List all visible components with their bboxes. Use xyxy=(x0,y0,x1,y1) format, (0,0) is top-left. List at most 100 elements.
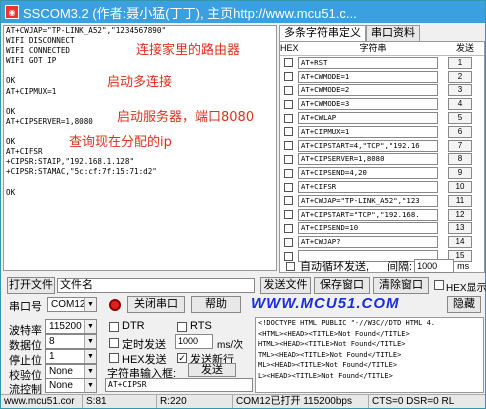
save-window-button[interactable]: 保存窗口 xyxy=(314,277,370,294)
timed-interval-input[interactable]: 1000 xyxy=(175,334,213,349)
row-hex-checkbox[interactable] xyxy=(284,182,293,192)
rts-checkbox[interactable] xyxy=(177,322,187,332)
flow-value: None xyxy=(49,380,73,391)
help-button[interactable]: 帮助 xyxy=(191,296,241,313)
command-string-field[interactable]: AT+CWJAP? xyxy=(298,236,438,249)
row-send-button[interactable]: 5 xyxy=(448,112,472,125)
app-icon: ◉ xyxy=(5,5,19,19)
filename-field[interactable]: 文件名 xyxy=(57,278,255,293)
row-hex-checkbox[interactable] xyxy=(284,223,293,233)
send-file-button[interactable]: 发送文件 xyxy=(260,277,311,294)
dtr-label: DTR xyxy=(122,320,145,332)
baud-select[interactable]: 115200 ▼ xyxy=(45,319,97,334)
command-row: AT+CIPSERVER=1,8080 8 xyxy=(280,153,484,167)
row-hex-checkbox[interactable] xyxy=(284,154,293,164)
tab-port-info[interactable]: 串口资料 xyxy=(366,25,420,41)
command-string-field[interactable]: AT+CIPSEND=4,20 xyxy=(298,167,438,180)
status-signals: CTS=0 DSR=0 RL xyxy=(372,396,455,407)
interval-input[interactable]: 1000 xyxy=(414,259,455,273)
command-string-field[interactable]: AT+CIPSTART=4,"TCP","192.16 xyxy=(298,139,438,152)
output-area[interactable]: <!DOCTYPE HTML PUBLIC "-//W3C//DTD HTML … xyxy=(255,317,484,393)
command-string-field[interactable]: AT+CIFSR xyxy=(298,181,438,194)
row-send-button[interactable]: 1 xyxy=(448,56,472,69)
row-hex-checkbox[interactable] xyxy=(284,72,293,82)
row-hex-checkbox[interactable] xyxy=(284,196,293,206)
open-file-button[interactable]: 打开文件 xyxy=(7,277,55,294)
row-send-button[interactable]: 14 xyxy=(448,236,472,249)
interval-unit: ms xyxy=(457,261,470,271)
multi-string-panel: 多条字符串定义 串口资料 HEX 字符串 发送 AT+RST 1 AT+CWMODE… xyxy=(279,25,485,273)
command-string-field[interactable]: AT+CWJAP="TP-LINK_A52","123 xyxy=(298,194,438,207)
command-string-field[interactable]: AT+CWLAP xyxy=(298,112,438,125)
file-toolbar: 打开文件 文件名 发送文件 保存窗口 清除窗口 HEX显示 xyxy=(1,277,486,295)
status-sent: S:81 xyxy=(83,395,157,408)
row-send-button[interactable]: 3 xyxy=(448,84,472,97)
row-send-button[interactable]: 4 xyxy=(448,98,472,111)
chevron-down-icon: ▼ xyxy=(84,335,96,348)
output-line: HTML><HEAD><TITLE>Not Found</TITLE> xyxy=(258,340,406,348)
grid-header: HEX 字符串 发送 xyxy=(280,42,484,56)
command-string-field[interactable]: AT+CIPMUX=1 xyxy=(298,125,438,138)
row-send-button[interactable]: 12 xyxy=(448,208,472,221)
command-string-field[interactable]: AT+CWMODE=1 xyxy=(298,70,438,83)
command-string-field[interactable]: AT+RST xyxy=(298,56,438,69)
flow-select[interactable]: None ▼ xyxy=(45,378,97,393)
output-line: L><HEAD><TITLE>Not Found</TITLE> xyxy=(258,371,393,380)
output-line: ML><HEAD><TITLE>Not Found</TITLE> xyxy=(258,361,398,369)
dtr-checkbox[interactable] xyxy=(109,322,119,332)
hex-send-checkbox[interactable] xyxy=(109,353,119,363)
row-send-button[interactable]: 7 xyxy=(448,139,472,152)
row-hex-checkbox[interactable] xyxy=(284,99,293,109)
loop-bar: 自动循环发送, 间隔: 1000 ms xyxy=(282,258,469,274)
tab-multi-string[interactable]: 多条字符串定义 xyxy=(279,25,366,41)
command-string-field[interactable]: AT+CIPSERVER=1,8080 xyxy=(298,153,438,166)
string-input[interactable]: AT+CIPSR xyxy=(105,378,253,392)
output-line: <HTML><HEAD><TITLE>Not Found</TITLE> xyxy=(258,329,410,338)
row-send-button[interactable]: 6 xyxy=(448,125,472,138)
data-bits-label: 数据位 xyxy=(9,340,42,352)
clear-window-button[interactable]: 清除窗口 xyxy=(373,277,429,294)
brand-link[interactable]: WWW.MCU51.COM xyxy=(251,295,400,312)
port-value: COM12 xyxy=(51,299,86,310)
data-bits-value: 8 xyxy=(49,336,55,347)
command-string-field[interactable]: AT+CWMODE=2 xyxy=(298,84,438,97)
row-hex-checkbox[interactable] xyxy=(284,127,293,137)
receive-line: +CIPSR:STAIP,"192.168.1.128" xyxy=(6,157,135,167)
stop-bits-select[interactable]: 1 ▼ xyxy=(45,349,97,364)
loop-checkbox[interactable] xyxy=(286,261,295,271)
row-hex-checkbox[interactable] xyxy=(284,168,293,178)
row-send-button[interactable]: 2 xyxy=(448,70,472,83)
row-send-button[interactable]: 13 xyxy=(448,222,472,235)
chevron-down-icon: ▼ xyxy=(84,379,96,392)
app-window: ◉ SSCOM3.2 (作者:聂小猛(丁丁), 主页http://www.mcu… xyxy=(0,0,486,409)
command-string-field[interactable]: AT+CIPSTART="TCP","192.168. xyxy=(298,208,438,221)
row-send-button[interactable]: 8 xyxy=(448,153,472,166)
loop-label: 自动循环发送, xyxy=(300,261,370,273)
command-row: AT+RST 1 xyxy=(280,56,484,70)
port-select[interactable]: COM12 ▼ xyxy=(47,297,97,312)
command-string-field[interactable]: AT+CIPSEND=10 xyxy=(298,222,438,235)
row-send-button[interactable]: 11 xyxy=(448,194,472,207)
command-string-field[interactable]: AT+CWMODE=3 xyxy=(298,98,438,111)
row-send-button[interactable]: 9 xyxy=(448,167,472,180)
row-hex-checkbox[interactable] xyxy=(284,85,293,95)
hide-button[interactable]: 隐藏 xyxy=(447,296,481,313)
send-button[interactable]: 发送 xyxy=(188,363,236,377)
row-hex-checkbox[interactable] xyxy=(284,113,293,123)
send-newline-checkbox[interactable]: ✓ xyxy=(177,353,187,363)
command-row: AT+CWJAP? 14 xyxy=(280,235,484,249)
row-hex-checkbox[interactable] xyxy=(284,58,293,68)
data-bits-select[interactable]: 8 ▼ xyxy=(45,334,97,349)
row-hex-checkbox[interactable] xyxy=(284,141,293,151)
port-toolbar: 串口号 COM12 ▼ 关闭串口 帮助 WWW.MCU51.COM 隐藏 xyxy=(1,295,486,315)
chevron-down-icon: ▼ xyxy=(84,365,96,378)
timed-send-checkbox[interactable] xyxy=(109,338,119,348)
row-hex-checkbox[interactable] xyxy=(284,210,293,220)
row-hex-checkbox[interactable] xyxy=(284,237,293,247)
hex-display-checkbox[interactable] xyxy=(434,280,444,290)
row-send-button[interactable]: 10 xyxy=(448,181,472,194)
status-url[interactable]: www.mcu51.cor xyxy=(1,395,83,408)
parity-select[interactable]: None ▼ xyxy=(45,364,97,379)
close-port-button[interactable]: 关闭串口 xyxy=(127,296,185,313)
baud-value: 115200 xyxy=(49,321,82,332)
